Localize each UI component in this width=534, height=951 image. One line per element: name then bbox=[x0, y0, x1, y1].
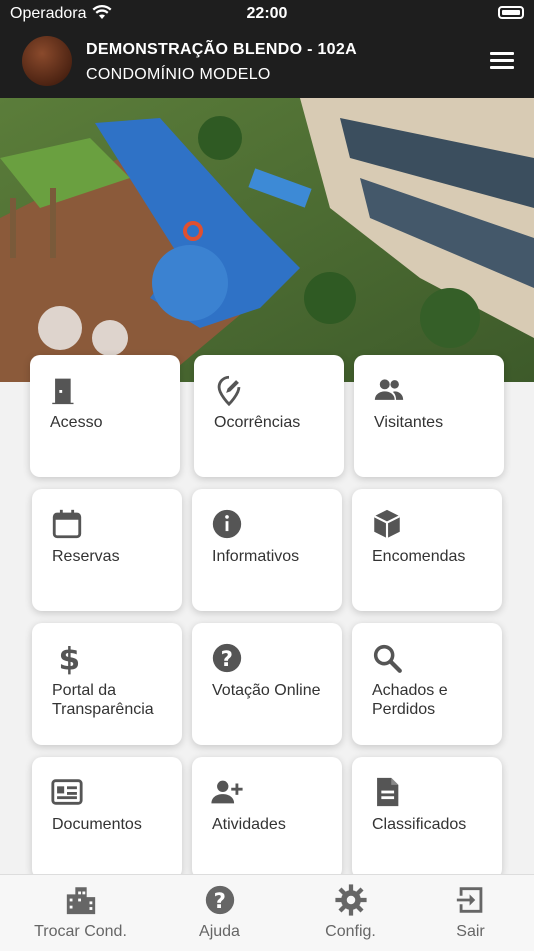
menu-card-label: Achados e Perdidos bbox=[372, 682, 448, 718]
menu-card-label: Encomendas bbox=[372, 548, 466, 565]
menu-card-classificados[interactable]: Classificados bbox=[352, 757, 502, 879]
battery-icon bbox=[498, 6, 524, 19]
menu-card-acesso[interactable]: Acesso bbox=[30, 355, 180, 477]
menu-card-label: Votação Online bbox=[212, 682, 321, 699]
building-icon bbox=[66, 887, 95, 915]
edit-pin-icon bbox=[217, 375, 241, 407]
menu-card-label: Acesso bbox=[50, 414, 103, 431]
gear-icon bbox=[334, 884, 367, 916]
question-icon: ? bbox=[212, 643, 242, 673]
info-icon bbox=[212, 509, 242, 539]
svg-text:?: ? bbox=[213, 889, 225, 914]
app-header: DEMONSTRAÇÃO BLENDO - 102A CONDOMÍNIO MO… bbox=[0, 28, 534, 98]
condo-avatar[interactable] bbox=[22, 36, 72, 86]
calendar-icon bbox=[52, 509, 82, 539]
menu-card-votacao[interactable]: ? Votação Online bbox=[192, 623, 342, 745]
menu-card-achados-perdidos[interactable]: Achados e Perdidos bbox=[352, 623, 502, 745]
tab-trocar-condominio[interactable]: Trocar Cond. bbox=[14, 875, 147, 951]
help-icon: ? bbox=[205, 885, 234, 915]
person-add-icon bbox=[211, 780, 243, 804]
condo-hero-image bbox=[0, 98, 534, 382]
status-bar: Operadora 22:00 bbox=[0, 0, 534, 28]
menu-card-reservas[interactable]: Reservas bbox=[32, 489, 182, 611]
bottom-tab-bar: Trocar Cond. ? Ajuda Config. Sair bbox=[0, 874, 534, 951]
tab-config[interactable]: Config. bbox=[284, 875, 417, 951]
exit-icon bbox=[456, 887, 482, 913]
menu-card-label: Classificados bbox=[372, 816, 467, 833]
tab-label: Trocar Cond. bbox=[34, 923, 127, 940]
tab-label: Ajuda bbox=[199, 923, 240, 940]
menu-card-label: Atividades bbox=[212, 816, 286, 833]
tab-ajuda[interactable]: ? Ajuda bbox=[153, 875, 286, 951]
hamburger-menu-icon[interactable] bbox=[490, 52, 514, 70]
menu-card-label: Ocorrências bbox=[214, 414, 301, 431]
menu-card-label: Visitantes bbox=[374, 414, 444, 431]
unit-title: DEMONSTRAÇÃO BLENDO - 102A bbox=[86, 41, 357, 58]
menu-card-ocorrencias[interactable]: Ocorrências bbox=[194, 355, 344, 477]
menu-card-label: Portal da Transparência bbox=[52, 682, 154, 718]
tab-sair[interactable]: Sair bbox=[404, 875, 534, 951]
newspaper-icon bbox=[51, 779, 83, 805]
menu-card-encomendas[interactable]: Encomendas bbox=[352, 489, 502, 611]
door-icon bbox=[52, 378, 74, 405]
svg-text:?: ? bbox=[221, 647, 233, 672]
file-icon bbox=[377, 777, 399, 807]
search-icon bbox=[373, 644, 402, 673]
package-icon bbox=[373, 509, 401, 539]
condo-name: CONDOMÍNIO MODELO bbox=[86, 66, 271, 83]
menu-card-label: Reservas bbox=[52, 548, 120, 565]
menu-card-label: Informativos bbox=[212, 548, 300, 565]
svg-text:$: $ bbox=[59, 641, 81, 675]
tab-label: Config. bbox=[325, 923, 376, 940]
tab-label: Sair bbox=[456, 923, 485, 940]
menu-card-informativos[interactable]: Informativos bbox=[192, 489, 342, 611]
dollar-icon: $ bbox=[59, 641, 81, 675]
menu-card-label: Documentos bbox=[52, 816, 142, 833]
menu-card-atividades[interactable]: Atividades bbox=[192, 757, 342, 879]
menu-card-portal-transparencia[interactable]: $ Portal da Transparência bbox=[32, 623, 182, 745]
menu-card-visitantes[interactable]: Visitantes bbox=[354, 355, 504, 477]
menu-card-documentos[interactable]: Documentos bbox=[32, 757, 182, 879]
people-icon bbox=[374, 379, 404, 400]
clock: 22:00 bbox=[246, 5, 288, 22]
